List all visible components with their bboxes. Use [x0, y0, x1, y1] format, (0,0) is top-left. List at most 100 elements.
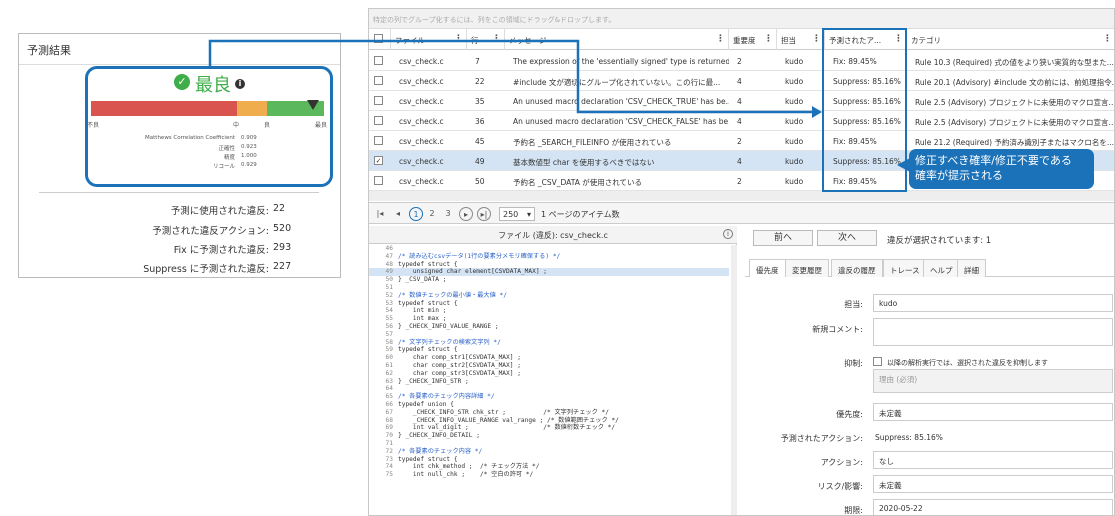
column-header-message[interactable]: メッセージ ⋮ [505, 29, 729, 50]
line-number: 58 [385, 338, 393, 346]
code-line: 69 int val_digit ; /* 数値桁数チェック */ [369, 424, 729, 432]
tab-violation-history[interactable]: 違反の履歴 [831, 259, 883, 277]
due-date-field[interactable]: 2020-05-22 [873, 499, 1113, 515]
row-checkbox[interactable] [374, 136, 383, 145]
table-row[interactable]: csv_check.c 7 The expression of the 'ess… [369, 51, 1114, 71]
checkbox[interactable] [374, 34, 383, 43]
owner-field[interactable]: kudo [873, 294, 1113, 312]
prev-page-icon[interactable]: ◂ [391, 207, 405, 221]
suppress-reason-field[interactable]: 理由 (必須) [873, 369, 1113, 393]
line-number: 52 [385, 291, 393, 299]
source-code-pane: ファイル (違反): csv_check.c i 46 47 /* 読み込むcsvデ… [369, 226, 737, 515]
line-number: 48 [385, 260, 393, 268]
code-line: 72 /* 各要素のチェック内容 */ [369, 448, 729, 456]
prev-button[interactable]: 前へ [753, 230, 813, 246]
code-text: char comp_str3[CSVDATA_MAX] ; [398, 369, 521, 377]
action-field[interactable]: なし [873, 451, 1113, 469]
predicted-action-highlight-box [822, 28, 907, 192]
code-line: 63} _CHECK_INFO_STR ; [369, 378, 729, 386]
page-button[interactable]: 2 [425, 207, 439, 221]
cell-owner: kudo [785, 77, 804, 86]
line-number: 46 [385, 245, 393, 252]
stat-label: Fix に予測された違反: [173, 245, 269, 256]
row-checkbox[interactable] [374, 176, 383, 185]
column-menu-icon[interactable]: ⋮ [764, 34, 773, 44]
column-menu-icon[interactable]: ⋮ [1103, 34, 1112, 44]
chevron-down-icon: ▾ [526, 210, 531, 219]
tab-help[interactable]: ヘルプ [923, 259, 960, 277]
column-header-severity[interactable]: 重要度 ⋮ [729, 29, 777, 50]
suppress-checkbox[interactable] [873, 357, 882, 366]
code-line: 47 /* 読み込むcsvデータ(1行の要素分メモリ確保する) */ [369, 253, 729, 261]
next-button[interactable]: 次へ [817, 230, 877, 246]
table-row[interactable]: csv_check.c 45 予約名 _SEARCH_FILEINFO が使用さ… [369, 131, 1114, 151]
horizontal-scrollbar[interactable] [369, 191, 1114, 201]
code-line: 51 [369, 284, 729, 292]
due-date-label: 期限: [844, 506, 863, 515]
tab-priority[interactable]: 優先度 [749, 259, 786, 277]
rating-bar-bad [91, 101, 237, 116]
column-menu-icon[interactable]: ⋮ [716, 34, 725, 44]
vertical-scrollbar[interactable] [731, 245, 737, 515]
cell-message: 予約名 _CSV_DATA が使用されている [513, 178, 642, 187]
panel-title: 予測結果 [27, 44, 71, 57]
cell-owner: kudo [785, 157, 804, 166]
header-select-all[interactable] [369, 29, 391, 50]
last-page-icon[interactable]: ▸| [477, 207, 491, 221]
column-header-line[interactable]: 行 ⋮ [467, 29, 505, 50]
cell-severity: 4 [737, 77, 742, 86]
column-header-owner[interactable]: 担当 ⋮ [777, 29, 825, 50]
column-header-category[interactable]: カテゴリ ⋮ [907, 29, 1114, 50]
stat-label: 予測に使用された違反: [170, 206, 269, 217]
action-label: アクション: [820, 458, 863, 467]
cell-category: Rule 2.5 (Advisory) プロジェクトに未使用のマクロ宣言... [915, 98, 1115, 107]
new-comment-field[interactable] [873, 318, 1113, 346]
bar-label-good: 良 [264, 122, 271, 129]
line-number: 59 [385, 346, 393, 354]
next-page-icon[interactable]: ▸ [459, 207, 473, 221]
column-header-label: ファイル [395, 36, 425, 45]
row-checkbox[interactable] [374, 56, 383, 65]
page-size-select[interactable]: 250 ▾ [499, 207, 535, 221]
row-checkbox[interactable] [374, 96, 383, 105]
metric-label: 精度 [223, 155, 235, 161]
stat-value: 520 [273, 223, 292, 234]
table-row[interactable]: csv_check.c 22 #include 文が適切にグループ化されていない… [369, 71, 1114, 91]
metric-value: 0.923 [241, 144, 257, 150]
page-button-active[interactable]: 1 [409, 207, 423, 221]
page-button[interactable]: 3 [441, 207, 455, 221]
table-row[interactable]: csv_check.c 35 An unused macro declarati… [369, 91, 1115, 111]
tab-details[interactable]: 詳細 [957, 259, 986, 277]
info-icon[interactable]: i [235, 79, 245, 89]
priority-field[interactable]: 未定義 [873, 403, 1113, 421]
cell-line: 7 [475, 57, 480, 66]
code-text: int val_digit ; /* 数値桁数チェック */ [398, 424, 616, 432]
row-checkbox[interactable] [374, 76, 383, 85]
row-checkbox-checked[interactable]: ✓ [374, 156, 383, 165]
code-text: int min ; [398, 307, 447, 315]
column-menu-icon[interactable]: ⋮ [454, 34, 463, 44]
column-header-file[interactable]: ファイル ⋮ [391, 29, 467, 50]
line-number: 72 [385, 447, 393, 455]
metric-value: 0.929 [241, 162, 257, 168]
column-header-label: 担当 [781, 36, 796, 45]
table-row[interactable]: csv_check.c 36 An unused macro declarati… [369, 111, 1114, 131]
row-checkbox[interactable] [374, 116, 383, 125]
code-line: 70} _CHECK_INFO_DETAIL ; [369, 432, 729, 440]
group-drop-area[interactable]: 特定の列でグループ化するには、列をこの領域にドラッグ&ドロップします。 [369, 9, 1114, 29]
column-menu-icon[interactable]: ⋮ [812, 34, 821, 44]
predicted-action-value: Suppress: 85.16% [875, 433, 943, 442]
code-text: typedef struct { [398, 346, 458, 354]
tab-trace[interactable]: トレース [883, 259, 927, 277]
priority-label: 優先度: [836, 410, 863, 419]
info-icon[interactable]: i [723, 229, 733, 239]
code-text: typedef union { [398, 400, 454, 408]
code-line: 49 unsigned char element[CSVDATA_MAX] ; [369, 268, 729, 277]
column-menu-icon[interactable]: ⋮ [492, 34, 501, 44]
stat-value: 22 [273, 203, 286, 214]
risk-field[interactable]: 未定義 [873, 475, 1113, 493]
tab-change-history[interactable]: 変更履歴 [785, 259, 829, 277]
code-line: 53 typedef struct { [369, 300, 729, 308]
first-page-icon[interactable]: |◂ [373, 207, 387, 221]
pager: |◂ ◂ 1 2 3 ▸ ▸| 250 ▾ 1 ページのアイテム数 [369, 202, 1114, 224]
